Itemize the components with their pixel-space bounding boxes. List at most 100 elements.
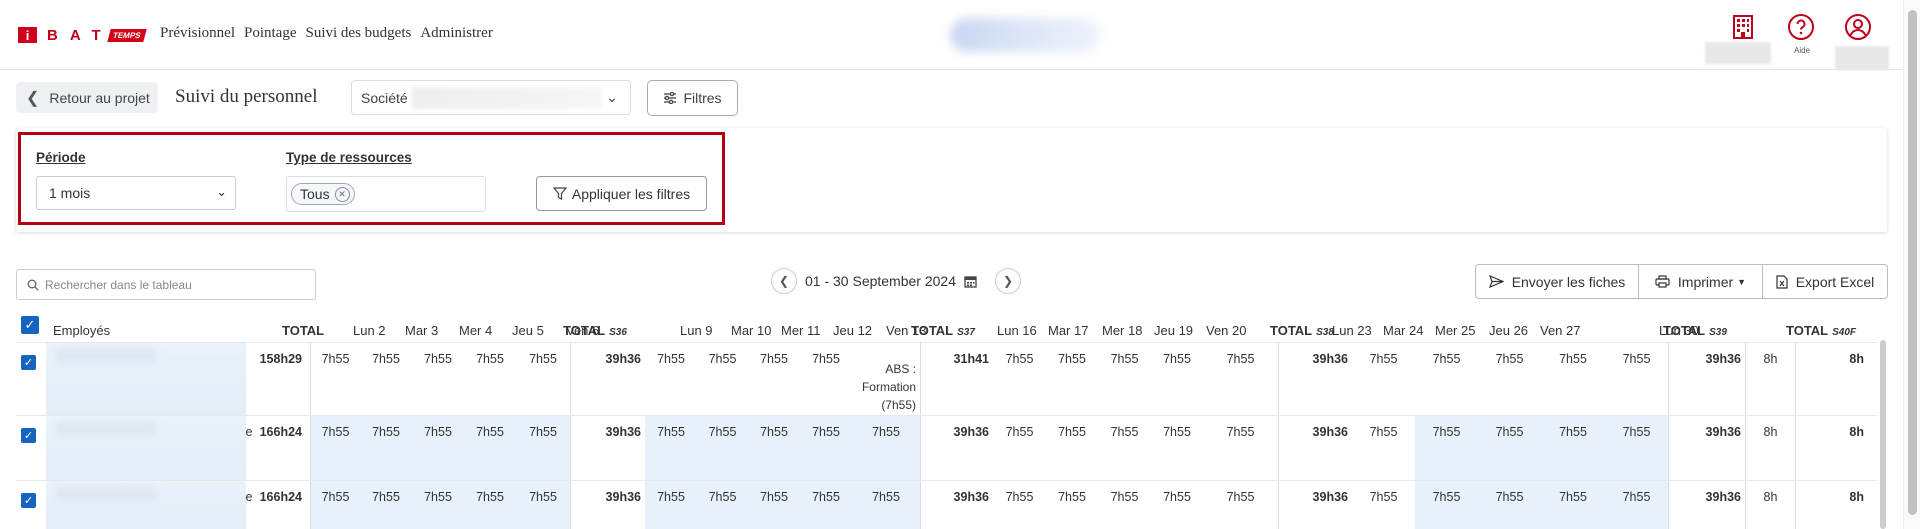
user-icon[interactable] (1843, 12, 1873, 42)
resource-chip[interactable]: Tous ✕ (291, 183, 355, 205)
select-all-checkbox[interactable]: ✓ (21, 316, 39, 334)
employee-name-blurred[interactable] (46, 343, 246, 415)
app-logo[interactable]: i BAT TEMPS (18, 27, 147, 44)
day-cell[interactable]: 7h55 (412, 343, 464, 415)
company-select[interactable]: Société ⌄ (351, 80, 631, 115)
day-cell[interactable]: 7h55 (412, 416, 464, 480)
day-cell[interactable]: 7h55 (1541, 481, 1605, 529)
day-cell[interactable]: 7h55 (1098, 416, 1151, 480)
week-total-cell[interactable]: 39h36 (570, 343, 645, 415)
week-total-cell[interactable]: 31h41 (920, 343, 993, 415)
day-cell[interactable]: 7h55 (1605, 481, 1668, 529)
day-cell[interactable]: 7h55 (800, 481, 852, 529)
help-icon[interactable] (1786, 12, 1816, 42)
day-cell[interactable]: 8h (1745, 343, 1795, 415)
day-cell[interactable]: 7h55 (516, 481, 570, 529)
day-cell[interactable]: 7h55 (464, 481, 516, 529)
day-cell[interactable]: 7h55 (1151, 481, 1203, 529)
day-cell[interactable]: 7h55 (1415, 343, 1478, 415)
day-cell[interactable]: 7h55 (748, 343, 800, 415)
day-cell[interactable]: 7h55 (1478, 416, 1541, 480)
send-sheets-button[interactable]: Envoyer les fiches (1475, 264, 1639, 299)
day-cell[interactable]: 7h55 (748, 481, 800, 529)
table-scrollbar[interactable] (1880, 340, 1886, 529)
day-cell[interactable]: 7h55 (697, 416, 748, 480)
day-cell[interactable]: 8h (1745, 416, 1795, 480)
day-cell[interactable]: 7h55 (1098, 481, 1151, 529)
day-cell[interactable]: 7h55 (748, 416, 800, 480)
row-checkbox[interactable]: ✓ (21, 355, 36, 370)
day-cell[interactable]: 7h55 (360, 416, 412, 480)
table-search-input[interactable]: Rechercher dans le tableau (16, 269, 316, 300)
day-cell[interactable]: 7h55 (645, 343, 697, 415)
remove-chip-icon[interactable]: ✕ (334, 186, 350, 202)
row-checkbox[interactable]: ✓ (21, 428, 36, 443)
day-cell[interactable]: 7h55 (993, 481, 1046, 529)
employee-name-blurred[interactable] (46, 416, 246, 480)
table-row[interactable]: ✓ 158h29 7h55 7h55 7h55 7h55 7h55 39h36 7h55 7h55… (16, 342, 1877, 415)
page-scrollbar-thumb[interactable] (1908, 10, 1917, 515)
nav-suivi-budgets[interactable]: Suivi des budgets (306, 25, 412, 42)
apply-filters-button[interactable]: Appliquer les filtres (536, 176, 707, 211)
week-total-cell[interactable]: 8h (1795, 416, 1868, 480)
day-cell[interactable]: 7h55 (800, 343, 852, 415)
calendar-icon[interactable] (964, 275, 977, 288)
day-cell[interactable]: 7h55 (412, 481, 464, 529)
day-cell[interactable]: 7h55 (516, 343, 570, 415)
day-cell[interactable]: 7h55 (310, 343, 360, 415)
day-cell[interactable]: 7h55 (852, 416, 920, 480)
day-cell[interactable]: 7h55 (1352, 481, 1415, 529)
day-cell[interactable]: 7h55 (360, 481, 412, 529)
employee-name-blurred[interactable] (46, 481, 246, 529)
day-cell[interactable]: 7h55 (800, 416, 852, 480)
day-cell[interactable]: 7h55 (1478, 481, 1541, 529)
day-cell[interactable]: 7h55 (1541, 416, 1605, 480)
day-cell[interactable]: 7h55 (1415, 416, 1478, 480)
next-month-button[interactable]: ❯ (995, 268, 1021, 294)
week-total-cell[interactable]: 39h36 (570, 416, 645, 480)
day-cell[interactable]: 7h55 (1151, 343, 1203, 415)
filters-button[interactable]: Filtres (647, 80, 738, 116)
period-select[interactable]: 1 mois ⌄ (36, 176, 236, 210)
table-row[interactable]: ✓ e 166h24 7h55 7h55 7h55 7h55 7h55 39h36 7h55 7h5… (16, 480, 1877, 529)
day-cell[interactable]: 7h55 (1203, 481, 1278, 529)
nav-previsionnel[interactable]: Prévisionnel (160, 25, 235, 42)
page-scrollbar[interactable] (1903, 0, 1920, 529)
day-cell[interactable]: 7h55 (1352, 416, 1415, 480)
week-total-cell[interactable]: 8h (1795, 343, 1868, 415)
week-total-cell[interactable]: 39h36 (1668, 481, 1745, 529)
day-cell[interactable]: 7h55 (1541, 343, 1605, 415)
row-checkbox[interactable]: ✓ (21, 493, 36, 508)
week-total-cell[interactable]: 39h36 (920, 481, 993, 529)
nav-pointage[interactable]: Pointage (244, 25, 297, 42)
day-cell[interactable]: 7h55 (1203, 416, 1278, 480)
previous-month-button[interactable]: ❮ (771, 268, 797, 294)
day-cell[interactable]: 7h55 (645, 416, 697, 480)
day-cell[interactable]: 7h55 (310, 481, 360, 529)
day-cell[interactable]: 7h55 (993, 416, 1046, 480)
day-cell[interactable]: 7h55 (993, 343, 1046, 415)
week-total-cell[interactable]: 39h36 (1278, 481, 1352, 529)
resource-type-input[interactable]: Tous ✕ (286, 176, 486, 212)
week-total-cell[interactable]: 39h36 (1668, 343, 1745, 415)
week-total-cell[interactable]: 39h36 (1278, 416, 1352, 480)
day-cell[interactable]: 7h55 (1605, 343, 1668, 415)
week-total-cell[interactable]: 39h36 (1278, 343, 1352, 415)
absence-cell[interactable]: ABS : Formation (7h55) (852, 343, 920, 415)
day-cell[interactable]: 7h55 (1046, 481, 1098, 529)
employees-header[interactable]: Employés (53, 323, 110, 338)
day-cell[interactable]: 7h55 (697, 481, 748, 529)
day-cell[interactable]: 7h55 (360, 343, 412, 415)
week-total-cell[interactable]: 39h36 (920, 416, 993, 480)
day-cell[interactable]: 7h55 (697, 343, 748, 415)
building-icon[interactable] (1728, 12, 1758, 42)
day-cell[interactable]: 7h55 (1605, 416, 1668, 480)
day-cell[interactable]: 7h55 (464, 343, 516, 415)
print-button[interactable]: Imprimer ▼ (1639, 264, 1763, 299)
week-total-cell[interactable]: 8h (1795, 481, 1868, 529)
day-cell[interactable]: 7h55 (852, 481, 920, 529)
week-total-cell[interactable]: 39h36 (570, 481, 645, 529)
day-cell[interactable]: 7h55 (1046, 416, 1098, 480)
week-total-cell[interactable]: 39h36 (1668, 416, 1745, 480)
day-cell[interactable]: 8h (1745, 481, 1795, 529)
